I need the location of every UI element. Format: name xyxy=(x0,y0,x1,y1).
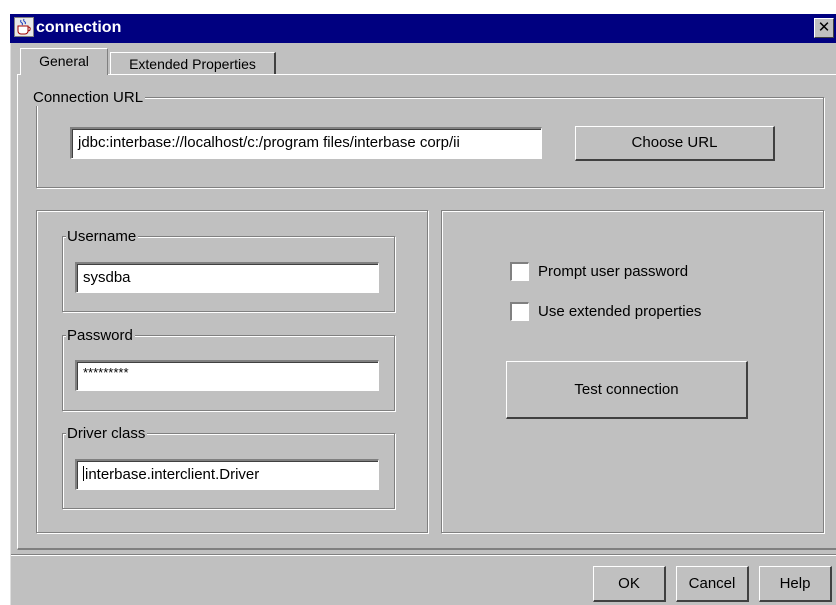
tab-extended-properties[interactable]: Extended Properties xyxy=(110,52,276,74)
ok-button[interactable]: OK xyxy=(593,566,666,602)
help-button[interactable]: Help xyxy=(759,566,832,602)
cancel-button[interactable]: Cancel xyxy=(676,566,749,602)
tab-general[interactable]: General xyxy=(20,48,108,75)
driver-class-legend: Driver class xyxy=(66,425,148,442)
java-cup-icon xyxy=(14,17,34,37)
title-bar[interactable] xyxy=(10,14,836,43)
password-legend: Password xyxy=(66,327,135,344)
extended-properties-label[interactable]: Use extended properties xyxy=(538,303,701,321)
prompt-password-checkbox[interactable] xyxy=(510,262,529,281)
choose-url-button[interactable]: Choose URL xyxy=(575,126,775,161)
text-cursor xyxy=(83,466,84,481)
footer-separator xyxy=(11,554,836,556)
driver-class-input[interactable]: interbase.interclient.Driver xyxy=(75,459,379,490)
prompt-password-label[interactable]: Prompt user password xyxy=(538,263,688,281)
test-connection-button[interactable]: Test connection xyxy=(506,361,748,419)
tab-extended-properties-label: Extended Properties xyxy=(129,56,256,72)
password-input[interactable]: ********* xyxy=(75,360,379,391)
tab-general-label: General xyxy=(39,53,89,69)
driver-class-value: interbase.interclient.Driver xyxy=(85,466,260,483)
extended-properties-checkbox[interactable] xyxy=(510,302,529,321)
connection-url-input[interactable]: jdbc:interbase://localhost/c:/program fi… xyxy=(70,127,542,159)
close-icon[interactable]: ✕ xyxy=(814,18,834,38)
connection-url-legend: Connection URL xyxy=(32,89,146,106)
window-title: connection xyxy=(36,19,122,36)
username-legend: Username xyxy=(66,228,139,245)
username-input[interactable]: sysdba xyxy=(75,262,379,293)
